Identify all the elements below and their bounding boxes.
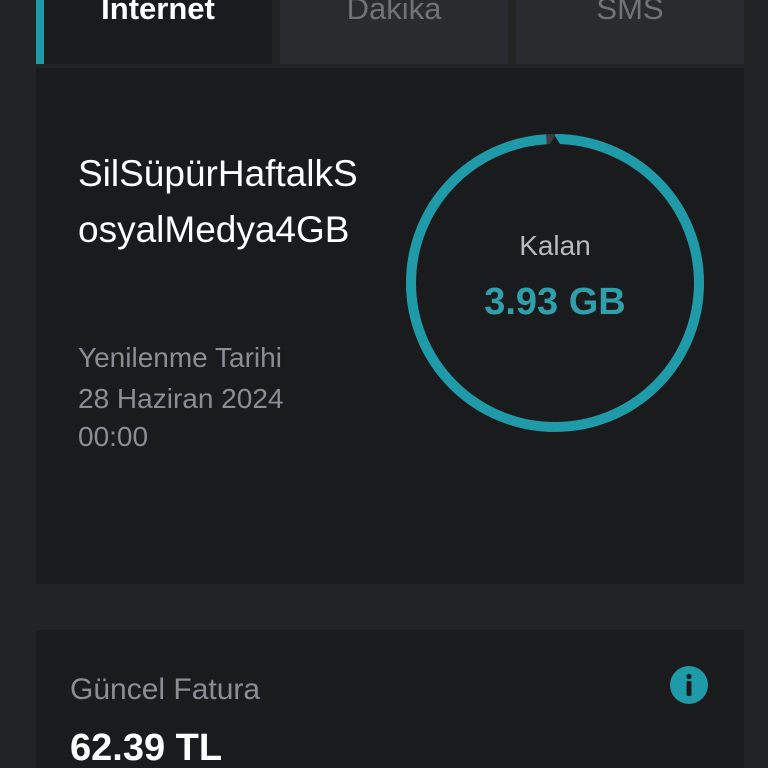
tab-dakika[interactable]: Dakika — [280, 0, 508, 64]
tab-internet-label: Internet — [101, 0, 215, 26]
tab-sms[interactable]: SMS — [516, 0, 744, 64]
bill-label: Güncel Fatura — [70, 673, 261, 706]
tab-dakika-label: Dakika — [346, 0, 442, 26]
renewal-label: Yenilenme Tarihi — [78, 342, 282, 373]
tab-internet[interactable]: Internet — [36, 0, 272, 64]
package-name: SilSüpürHaftalkSosyalMedya4GB — [78, 153, 358, 250]
info-circle-icon-graphic — [670, 666, 708, 704]
bill-card: Güncel Fatura 62.39 TL — [36, 630, 744, 768]
remaining-ring: Kalan 3.93 GB — [402, 130, 708, 436]
bill-amount: 62.39 TL — [70, 727, 223, 768]
remaining-value: 3.93 GB — [484, 281, 626, 323]
remaining-label: Kalan — [519, 230, 591, 261]
info-circle-icon[interactable] — [670, 666, 708, 704]
package-card: SilSüpürHaftalkSosyalMedya4GB Yenilenme … — [36, 68, 744, 584]
usage-tabs: Internet Dakika SMS — [36, 0, 744, 64]
tab-sms-label: SMS — [596, 0, 664, 26]
page: Internet Dakika SMS SilSüpürHaftalkSosya… — [0, 0, 768, 768]
renewal-date: 28 Haziran 2024 00:00 — [78, 383, 284, 452]
